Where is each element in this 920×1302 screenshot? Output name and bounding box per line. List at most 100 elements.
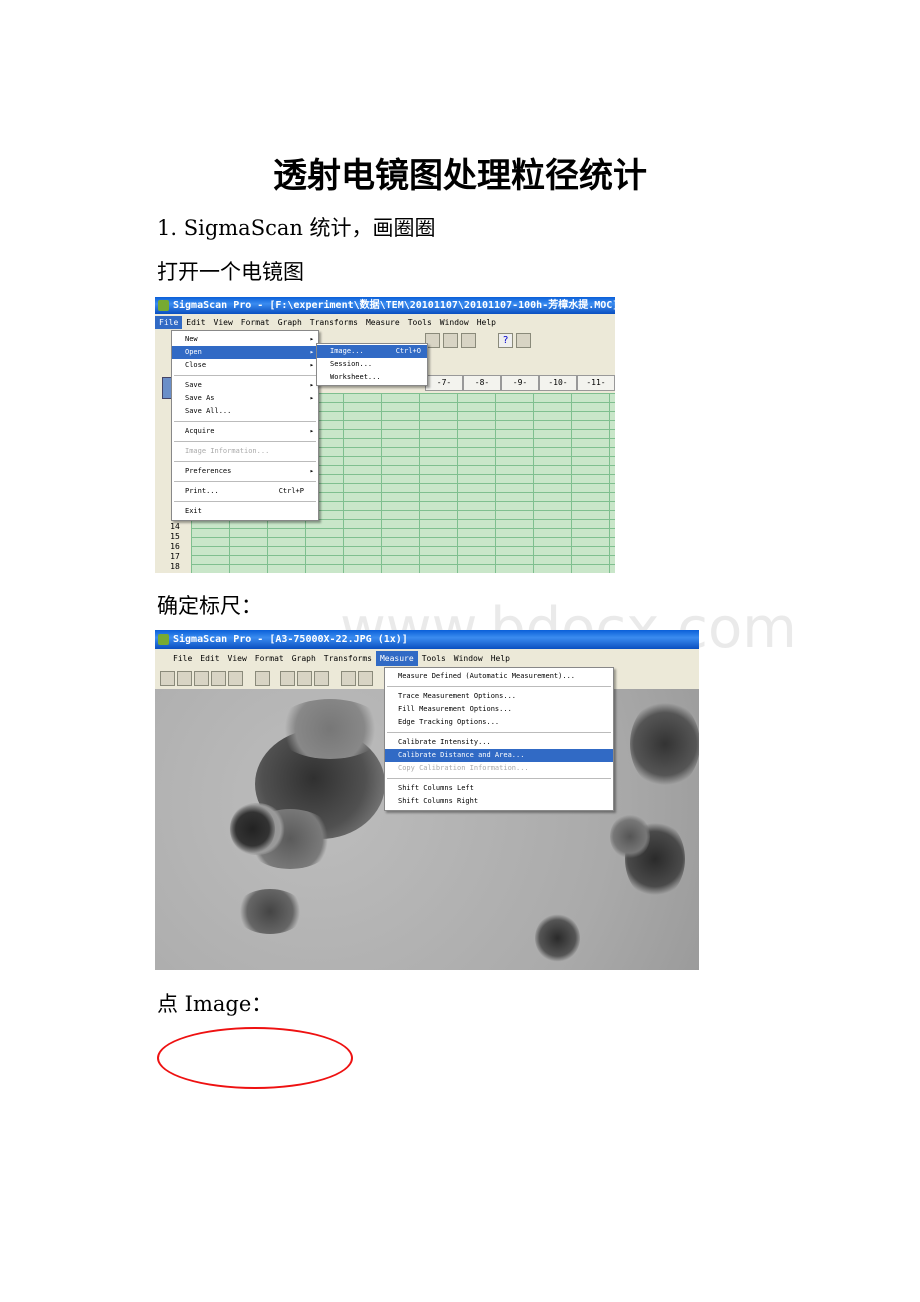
menu-measure[interactable]: Measure bbox=[362, 316, 404, 329]
menu-separator bbox=[174, 421, 316, 422]
app-titlebar: SigmaScan Pro - [F:\experiment\数据\TEM\20… bbox=[155, 297, 615, 314]
menu-bar: File Edit View Format Graph Transforms Measure… bbox=[155, 316, 615, 329]
menu-window[interactable]: Window bbox=[436, 316, 473, 329]
column-header[interactable]: -11- bbox=[577, 375, 615, 391]
menu-item-measure-defined[interactable]: Measure Defined (Automatic Measurement).… bbox=[385, 670, 613, 683]
new-icon[interactable] bbox=[160, 671, 175, 686]
menu-item-session[interactable]: Session... bbox=[317, 358, 427, 371]
paste-icon[interactable] bbox=[314, 671, 329, 686]
menu-help[interactable]: Help bbox=[473, 316, 500, 329]
crop-icon[interactable] bbox=[341, 671, 356, 686]
menu-bar: File Edit View Format Graph Transforms Measure… bbox=[155, 651, 699, 666]
column-header[interactable]: -10- bbox=[539, 375, 577, 391]
menu-file[interactable]: File bbox=[169, 651, 196, 666]
menu-item-edge-tracking[interactable]: Edge Tracking Options... bbox=[385, 716, 613, 729]
row-number: 17 bbox=[170, 552, 180, 561]
menu-item-image-information: Image Information... bbox=[185, 447, 270, 455]
menu-item-save-all[interactable]: Save All... bbox=[172, 405, 318, 418]
app-titlebar: SigmaScan Pro - [A3-75000X-22.JPG (1x)] bbox=[155, 630, 699, 649]
particle bbox=[630, 699, 699, 789]
menu-item-print[interactable]: Print... Ctrl+P bbox=[172, 485, 318, 498]
menu-separator bbox=[174, 441, 316, 442]
app-icon bbox=[158, 634, 169, 645]
red-ellipse-highlight bbox=[157, 1027, 353, 1089]
menu-item-shift-left[interactable]: Shift Columns Left bbox=[385, 782, 613, 795]
particle bbox=[610, 814, 650, 859]
new-worksheet-icon[interactable] bbox=[177, 671, 192, 686]
menu-separator bbox=[387, 732, 611, 733]
menu-item-preferences[interactable]: Preferences ▸ bbox=[172, 465, 318, 478]
open-icon[interactable] bbox=[194, 671, 209, 686]
info-icon[interactable] bbox=[516, 333, 531, 348]
menu-edit[interactable]: Edit bbox=[196, 651, 223, 666]
row-number: 19 bbox=[161, 572, 189, 573]
save-icon[interactable] bbox=[211, 671, 226, 686]
column-headers: -7- -8- -9- -10- -11- bbox=[423, 375, 615, 393]
column-header[interactable]: -9- bbox=[501, 375, 539, 391]
menu-item-acquire[interactable]: Acquire ▸ bbox=[172, 425, 318, 438]
menu-item-save-as[interactable]: Save As ▸ bbox=[172, 392, 318, 405]
toolbar-button[interactable] bbox=[358, 671, 373, 686]
menu-graph[interactable]: Graph bbox=[288, 651, 320, 666]
particle bbox=[535, 914, 580, 962]
menu-view[interactable]: View bbox=[210, 316, 237, 329]
row-number: 14 bbox=[170, 522, 180, 531]
screenshot-measure-menu: SigmaScan Pro - [A3-75000X-22.JPG (1x)] … bbox=[155, 630, 699, 970]
cut-icon[interactable] bbox=[280, 671, 295, 686]
menu-help[interactable]: Help bbox=[487, 651, 514, 666]
file-menu: New ▸ Open ▸ Close ▸ Save ▸ Save As ▸ Save Al… bbox=[171, 330, 319, 521]
page-title: 透射电镜图处理粒径统计 bbox=[273, 156, 647, 196]
menu-item-worksheet[interactable]: Worksheet... bbox=[317, 371, 427, 384]
menu-item-trace-options[interactable]: Trace Measurement Options... bbox=[385, 690, 613, 703]
step-heading: 1. SigmaScan 统计，画圈圈 bbox=[157, 216, 436, 240]
menu-transforms[interactable]: Transforms bbox=[306, 316, 362, 329]
titlebar-text: SigmaScan Pro - [A3-75000X-22.JPG (1x)] bbox=[173, 634, 408, 645]
print-icon[interactable] bbox=[255, 671, 270, 686]
menu-edit[interactable]: Edit bbox=[182, 316, 209, 329]
menu-item-image[interactable]: Image... Ctrl+O bbox=[317, 345, 427, 358]
menu-graph[interactable]: Graph bbox=[274, 316, 306, 329]
menu-view[interactable]: View bbox=[224, 651, 251, 666]
menu-window[interactable]: Window bbox=[450, 651, 487, 666]
zoom-in-icon[interactable] bbox=[443, 333, 458, 348]
image-instruction: 点 Image： bbox=[157, 992, 273, 1016]
menu-item-calibrate-intensity[interactable]: Calibrate Intensity... bbox=[385, 736, 613, 749]
menu-separator bbox=[174, 375, 316, 376]
menu-tools[interactable]: Tools bbox=[418, 651, 450, 666]
zoom-out-icon[interactable] bbox=[461, 333, 476, 348]
calibrate-instruction: 确定标尺： bbox=[157, 594, 262, 618]
menu-item-close[interactable]: Close ▸ bbox=[172, 359, 318, 372]
menu-transforms[interactable]: Transforms bbox=[320, 651, 376, 666]
menu-item-save[interactable]: Save ▸ bbox=[172, 379, 318, 392]
toolbar-button[interactable] bbox=[228, 671, 243, 686]
menu-separator bbox=[387, 686, 611, 687]
row-number: 15 bbox=[170, 532, 180, 541]
column-header[interactable]: -7- bbox=[425, 375, 463, 391]
particle bbox=[230, 804, 275, 854]
menu-separator bbox=[174, 461, 316, 462]
measure-menu: Measure Defined (Automatic Measurement).… bbox=[384, 667, 614, 811]
screenshot-file-open-menu: SigmaScan Pro - [F:\experiment\数据\TEM\20… bbox=[155, 297, 615, 573]
menu-item-copy-calibration: Copy Calibration Information... bbox=[398, 764, 529, 772]
menu-item-calibrate-distance[interactable]: Calibrate Distance and Area... bbox=[385, 749, 613, 762]
menu-file[interactable]: File bbox=[155, 316, 183, 329]
open-instruction: 打开一个电镜图 bbox=[157, 260, 304, 284]
menu-tools[interactable]: Tools bbox=[404, 316, 436, 329]
menu-separator bbox=[174, 501, 316, 502]
menu-item-fill-options[interactable]: Fill Measurement Options... bbox=[385, 703, 613, 716]
menu-measure[interactable]: Measure bbox=[375, 651, 418, 666]
menu-item-exit[interactable]: Exit bbox=[172, 505, 318, 518]
help-icon[interactable]: ? bbox=[498, 333, 513, 348]
menu-item-open[interactable]: Open ▸ bbox=[172, 346, 318, 359]
menu-separator bbox=[387, 778, 611, 779]
menu-item-shift-right[interactable]: Shift Columns Right bbox=[385, 795, 613, 808]
particle bbox=[235, 889, 305, 934]
menu-format[interactable]: Format bbox=[251, 651, 288, 666]
menu-format[interactable]: Format bbox=[237, 316, 274, 329]
menu-item-new[interactable]: New ▸ bbox=[172, 333, 318, 346]
titlebar-text: SigmaScan Pro - [F:\experiment\数据\TEM\20… bbox=[173, 300, 615, 311]
open-submenu: Image... Ctrl+O Session... Worksheet... bbox=[316, 343, 428, 386]
column-header[interactable]: -8- bbox=[463, 375, 501, 391]
particle bbox=[275, 699, 385, 759]
copy-icon[interactable] bbox=[297, 671, 312, 686]
